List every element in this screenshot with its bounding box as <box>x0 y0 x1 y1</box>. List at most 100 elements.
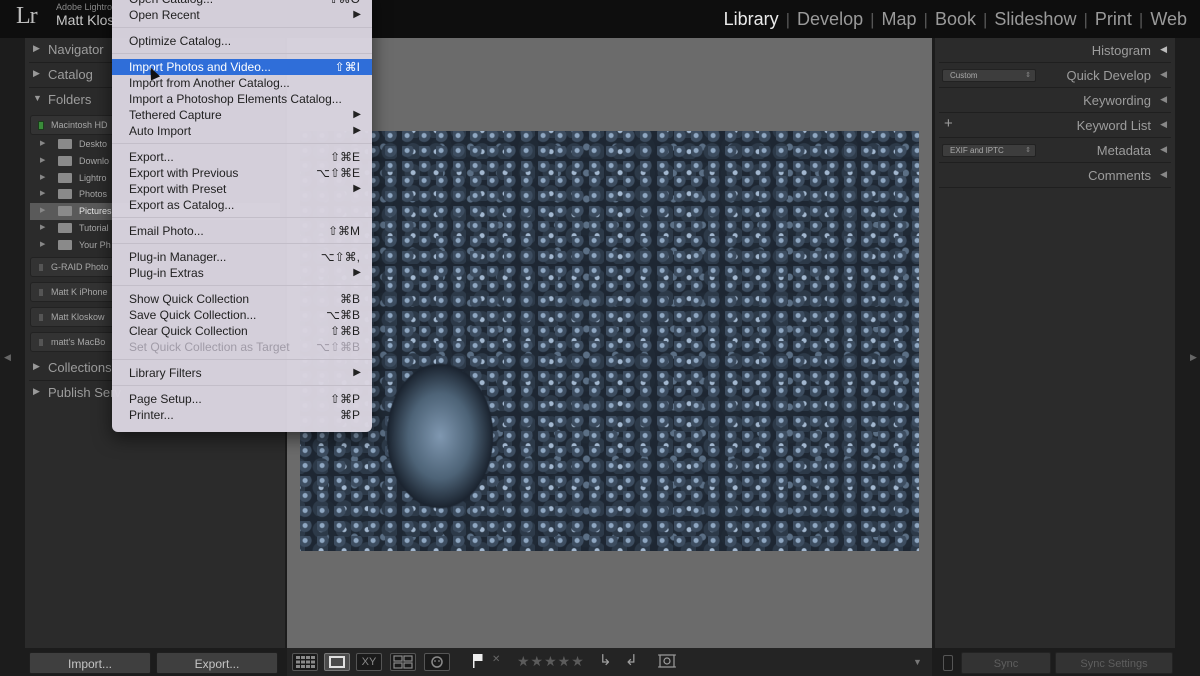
menu-item[interactable]: Page Setup... ⇧⌘P <box>112 391 372 407</box>
quick-develop-section[interactable]: Custom ⇕ Quick Develop ◀ <box>935 63 1175 87</box>
expand-triangle-icon: ◀ <box>1160 119 1167 129</box>
left-panel-toggle-icon[interactable]: ◀ <box>4 352 11 363</box>
menu-item-shortcut: ⇧⌘M <box>327 224 360 238</box>
menu-item[interactable]: Plug-in Manager... ⌥⇧⌘, <box>112 249 372 265</box>
expand-triangle-icon: ◀ <box>1160 144 1167 154</box>
folder-name: Your Ph <box>79 239 111 250</box>
folder-name: Photos <box>79 189 108 200</box>
metadata-section[interactable]: EXIF and IPTC ⇕ Metadata ◀ <box>935 138 1175 162</box>
menu-separator <box>112 217 372 218</box>
menu-item[interactable]: Export... ⇧⌘E <box>112 149 372 165</box>
photo-preview[interactable] <box>300 131 919 551</box>
add-keyword-icon[interactable]: + <box>944 115 953 132</box>
menu-item[interactable]: Open Recent ▶ <box>112 7 372 23</box>
expand-triangle-icon: ◀ <box>1160 94 1167 104</box>
menu-item[interactable]: Save Quick Collection... ⌥⌘B <box>112 307 372 323</box>
collections-label: Collections <box>48 360 112 375</box>
expand-triangle-icon[interactable]: ▶ <box>40 240 45 248</box>
menu-item-shortcut: ⌥⇧⌘, <box>320 250 360 264</box>
module-develop[interactable]: Develop <box>790 9 870 30</box>
user-name[interactable]: Matt Klos <box>56 12 114 28</box>
volume-status-icon <box>38 338 44 347</box>
menu-item-label: Clear Quick Collection <box>129 324 248 338</box>
volume-status-icon <box>38 121 44 130</box>
folder-icon <box>58 139 72 149</box>
rating-stars[interactable]: ★★★★★ <box>517 653 585 670</box>
catalog-label: Catalog <box>48 67 93 82</box>
volume-name: Matt Kloskow <box>51 312 105 322</box>
menu-separator <box>112 359 372 360</box>
metadata-preset-value: EXIF and IPTC <box>950 146 1004 155</box>
expand-triangle-icon[interactable]: ▶ <box>40 139 45 147</box>
menu-item-label: Optimize Catalog... <box>129 34 232 48</box>
publish-services-label: Publish Serv <box>48 385 121 400</box>
keyword-list-section[interactable]: + Keyword List ◀ <box>935 113 1175 137</box>
menu-item[interactable]: Plug-in Extras ▶ <box>112 265 372 281</box>
menu-item[interactable]: Export as Catalog... <box>112 197 372 213</box>
menu-item-shortcut: ⌘P <box>339 408 360 422</box>
menu-item[interactable]: Auto Import ▶ <box>112 123 372 139</box>
volume-name: Macintosh HD <box>51 120 108 130</box>
expand-triangle-icon[interactable]: ▶ <box>40 223 45 231</box>
menu-item-label: Tethered Capture <box>129 108 222 122</box>
rotate-right-icon[interactable]: ↲ <box>625 651 638 669</box>
menu-item-label: Set Quick Collection as Target <box>129 340 290 354</box>
flag-icon[interactable] <box>472 653 484 672</box>
module-library[interactable]: Library <box>717 9 786 30</box>
folder-icon <box>58 239 72 250</box>
loupe-view-icon[interactable] <box>324 653 350 671</box>
menu-item[interactable]: Printer... ⌘P <box>112 407 372 423</box>
expand-triangle-icon[interactable]: ▶ <box>40 156 45 164</box>
menu-item[interactable]: Show Quick Collection ⌘B <box>112 291 372 307</box>
crop-overlay-icon[interactable] <box>657 652 677 673</box>
expand-triangle-icon[interactable]: ▶ <box>40 173 45 181</box>
menu-item[interactable]: Library Filters ▶ <box>112 365 372 381</box>
menu-item[interactable]: Export with Previous ⌥⇧⌘E <box>112 165 372 181</box>
module-book[interactable]: Book <box>928 9 983 30</box>
module-print[interactable]: Print <box>1088 9 1139 30</box>
saved-preset-select[interactable]: Custom ⇕ <box>942 69 1036 82</box>
menu-item-label: Import a Photoshop Elements Catalog... <box>129 92 342 106</box>
volume-name: G-RAID Photo <box>51 262 109 272</box>
expand-triangle-icon[interactable]: ▶ <box>40 189 45 197</box>
people-view-icon[interactable] <box>424 653 450 671</box>
expand-triangle-icon[interactable]: ▶ <box>40 206 45 214</box>
sync-button[interactable]: Sync <box>961 652 1051 674</box>
module-map[interactable]: Map <box>875 9 924 30</box>
menu-item-label: Email Photo... <box>129 224 204 238</box>
menu-item-label: Library Filters <box>129 366 202 380</box>
menu-separator <box>112 143 372 144</box>
module-web[interactable]: Web <box>1143 9 1194 30</box>
keywording-section[interactable]: Keywording ◀ <box>935 88 1175 112</box>
reject-flag-icon[interactable]: ✕ <box>492 654 500 665</box>
grid-view-icon[interactable] <box>292 653 318 671</box>
menu-item[interactable]: Clear Quick Collection ⇧⌘B <box>112 323 372 339</box>
menu-item-label: Page Setup... <box>129 392 202 406</box>
rotate-left-icon[interactable]: ↳ <box>599 651 612 669</box>
menu-item-shortcut: ⌘B <box>339 292 360 306</box>
expand-triangle-icon: ▶ <box>33 361 40 371</box>
comments-section[interactable]: Comments ◀ <box>935 163 1175 187</box>
menu-item-label: Plug-in Extras <box>129 266 204 280</box>
menu-item[interactable]: Optimize Catalog... <box>112 33 372 49</box>
menu-item[interactable]: Import a Photoshop Elements Catalog... <box>112 91 372 107</box>
module-slideshow[interactable]: Slideshow <box>987 9 1083 30</box>
menu-item-shortcut: ⇧⌘B <box>329 324 360 338</box>
compare-view-icon[interactable]: XY <box>356 653 382 671</box>
survey-view-icon[interactable] <box>390 653 416 671</box>
menu-separator <box>112 285 372 286</box>
sync-settings-button[interactable]: Sync Settings <box>1055 652 1173 674</box>
menu-item[interactable]: Open Catalog... ⇧⌘O <box>112 0 372 7</box>
menu-item[interactable]: Email Photo... ⇧⌘M <box>112 223 372 239</box>
auto-sync-switch[interactable] <box>943 655 953 671</box>
histogram-section[interactable]: Histogram ◀ <box>935 38 1175 62</box>
menu-item[interactable]: Tethered Capture ▶ <box>112 107 372 123</box>
metadata-preset-select[interactable]: EXIF and IPTC ⇕ <box>942 144 1036 157</box>
import-button[interactable]: Import... <box>29 652 151 674</box>
menu-item[interactable]: Export with Preset ▶ <box>112 181 372 197</box>
toolbar-options-chevron-icon[interactable]: ▼ <box>913 657 922 667</box>
histogram-label: Histogram <box>1091 43 1151 58</box>
right-panel-toggle-icon[interactable]: ▶ <box>1190 352 1197 363</box>
export-button[interactable]: Export... <box>156 652 278 674</box>
menu-item-label: Export as Catalog... <box>129 198 235 212</box>
